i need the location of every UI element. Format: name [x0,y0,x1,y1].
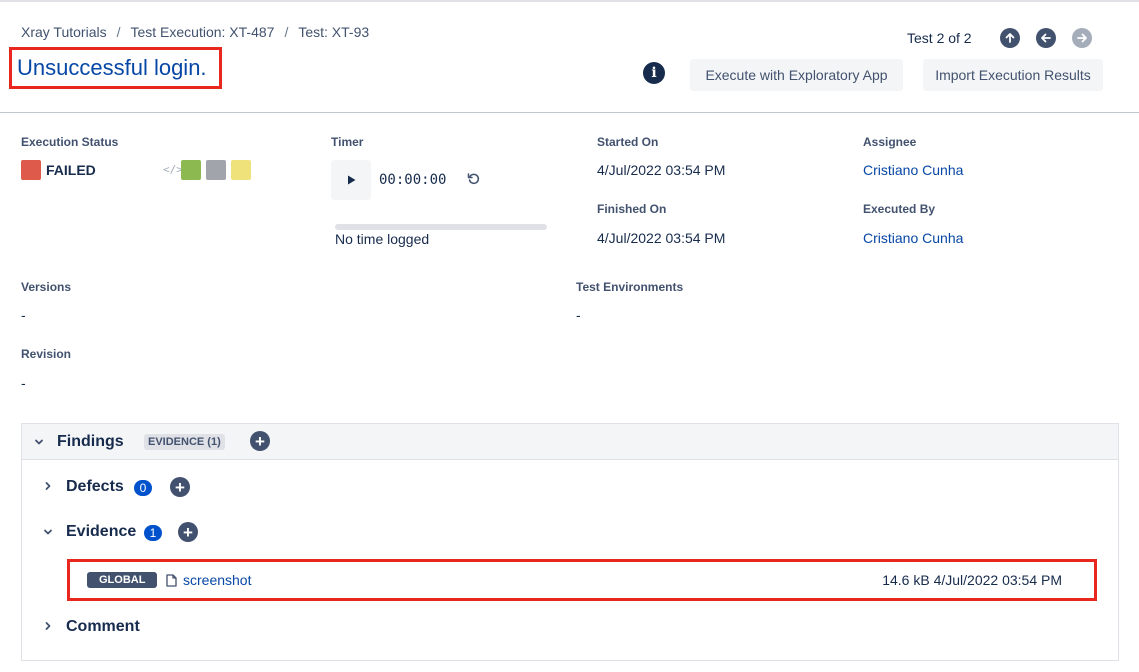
chevron-right-icon[interactable] [42,480,54,492]
evidence-file-size: 14.6 kB [882,572,930,588]
evidence-file-link[interactable]: screenshot [183,572,251,588]
reset-icon[interactable] [467,172,481,186]
page-title[interactable]: Unsuccessful login. [17,55,207,81]
play-button[interactable] [331,160,371,200]
execute-exploratory-button[interactable]: Execute with Exploratory App [690,59,903,91]
time-logged-bar [335,224,547,230]
revision-label: Revision [21,347,72,361]
breadcrumb-test-execution[interactable]: Test Execution: XT-487 [130,24,274,40]
add-defect-button[interactable]: + [170,477,190,497]
play-icon [348,175,356,185]
findings-header[interactable]: Findings EVIDENCE (1) + [22,424,1118,460]
assignee-label: Assignee [863,135,917,149]
versions-value[interactable]: - [21,307,26,323]
arrow-right-icon [1071,28,1092,48]
evidence-count-badge: 1 [144,525,162,541]
started-on-label: Started On [597,135,659,149]
evidence-file-meta: 14.6 kB 4/Jul/2022 03:54 PM [882,572,1062,588]
arrow-up-icon[interactable] [999,28,1020,48]
test-environments-value[interactable]: - [576,307,581,323]
versions-label: Versions [21,280,72,294]
header-divider [0,112,1139,113]
code-icon: </> [163,163,183,176]
comment-title[interactable]: Comment [66,618,140,636]
assignee-link[interactable]: Cristiano Cunha [863,162,963,178]
revision-value[interactable]: - [21,375,26,391]
top-border [0,0,1139,2]
evidence-title[interactable]: Evidence [66,523,136,541]
evidence-count-lozenge: EVIDENCE (1) [144,434,225,450]
finished-on-value: 4/Jul/2022 03:54 PM [597,230,726,246]
chevron-down-icon[interactable] [33,436,45,448]
status-dropdown[interactable]: FAILED [46,162,96,178]
add-evidence-button[interactable]: + [178,522,198,542]
info-icon[interactable]: i [643,62,665,84]
executed-by-label: Executed By [863,202,936,216]
import-results-button[interactable]: Import Execution Results [923,59,1103,91]
findings-panel: Findings EVIDENCE (1) + Defects 0 + Evid… [21,423,1119,661]
status-executing-option[interactable] [231,160,251,180]
test-environments-label: Test Environments [576,280,684,294]
pager-text: Test 2 of 2 [907,30,972,46]
timer-value: 00:00:00 [379,172,447,188]
findings-title: Findings [57,433,124,450]
timer-label: Timer [331,135,364,149]
breadcrumb-separator: / [284,24,289,40]
test-pager: Test 2 of 2 [907,28,1108,48]
defects-count-badge: 0 [134,480,152,496]
breadcrumb-separator: / [116,24,121,40]
breadcrumb-test[interactable]: Test: XT-93 [298,24,369,40]
chevron-right-icon[interactable] [42,620,54,632]
finished-on-label: Finished On [597,202,667,216]
started-on-value: 4/Jul/2022 03:54 PM [597,162,726,178]
chevron-down-icon[interactable] [42,526,54,538]
defects-title[interactable]: Defects [66,478,124,496]
add-finding-button[interactable]: + [250,431,270,451]
status-passed-option[interactable] [181,160,201,180]
status-color-swatch [21,160,41,180]
file-icon [166,574,177,587]
evidence-row: GLOBAL screenshot 14.6 kB 4/Jul/2022 03:… [67,559,1097,601]
status-todo-option[interactable] [206,160,226,180]
evidence-file-date: 4/Jul/2022 03:54 PM [933,572,1062,588]
breadcrumb-project[interactable]: Xray Tutorials [21,24,107,40]
execution-status-label: Execution Status [21,135,119,149]
arrow-left-icon[interactable] [1035,28,1056,48]
global-scope-tag: GLOBAL [87,572,158,588]
executed-by-link[interactable]: Cristiano Cunha [863,230,963,246]
breadcrumb: Xray Tutorials / Test Execution: XT-487 … [21,24,369,40]
time-logged-text: No time logged [335,231,430,247]
